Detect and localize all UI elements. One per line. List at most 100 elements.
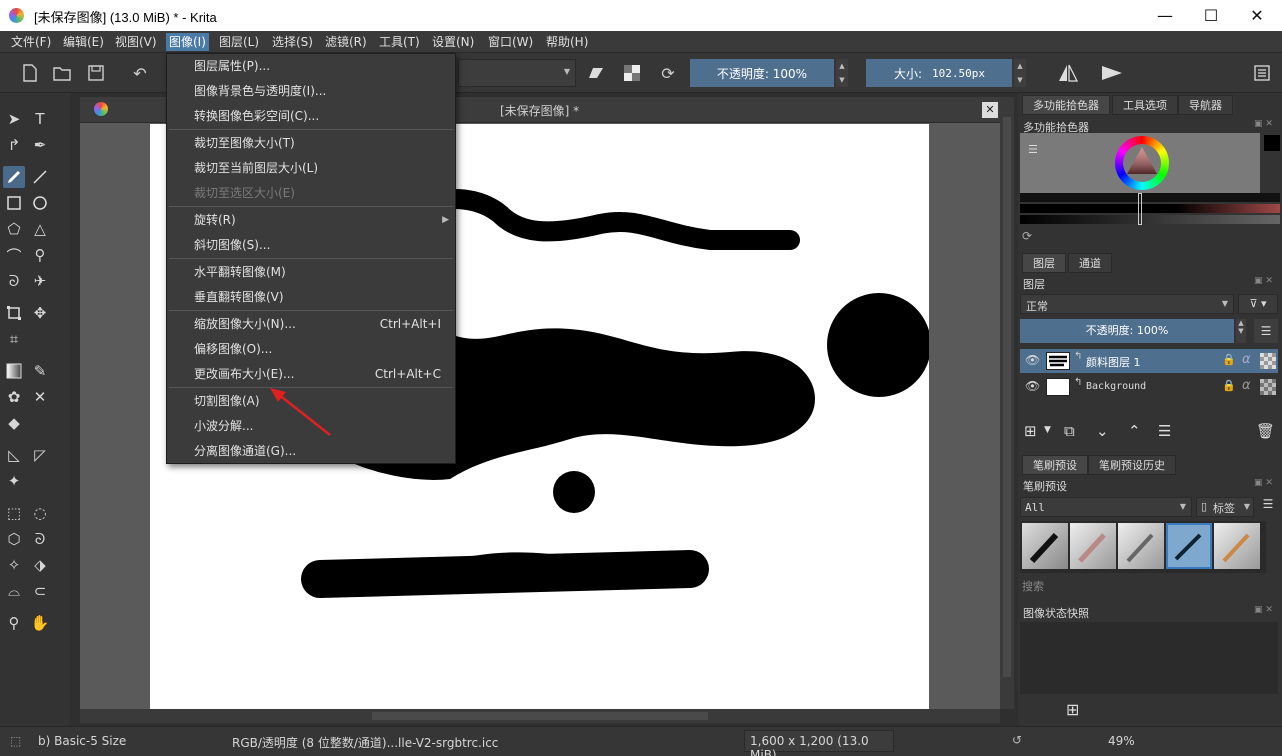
ellipse-select-icon[interactable]: ◌ bbox=[29, 502, 51, 524]
multibrush-icon[interactable]: ✈ bbox=[29, 270, 51, 292]
calligraphy-icon[interactable]: ✒ bbox=[29, 134, 51, 156]
brush-filter-select[interactable]: All ▼ bbox=[1020, 497, 1192, 517]
brush-search-input[interactable]: 搜索 bbox=[1022, 578, 1044, 594]
mirror-horizontal-icon[interactable] bbox=[1056, 61, 1080, 85]
freehand-brush-icon[interactable] bbox=[3, 166, 25, 188]
menu-layer[interactable]: 图层(L) bbox=[216, 33, 262, 51]
polygon-tool-icon[interactable]: ⬠ bbox=[3, 218, 25, 240]
panel-float-close-icon[interactable]: ▣ ✕ bbox=[1254, 119, 1273, 129]
close-window-button[interactable]: ✕ bbox=[1234, 0, 1280, 31]
text-tool-icon[interactable]: T bbox=[29, 108, 51, 130]
menu-settings[interactable]: 设置(N) bbox=[429, 33, 477, 51]
menu-edit[interactable]: 编辑(E) bbox=[60, 33, 107, 51]
move-up-icon[interactable]: ⌃ bbox=[1128, 422, 1141, 440]
magic-wand-icon[interactable]: ✧ bbox=[3, 554, 25, 576]
menu-mirror-vertical[interactable]: 垂直翻转图像(V) bbox=[167, 285, 455, 309]
select-shapes-icon[interactable]: ➤ bbox=[3, 108, 25, 130]
ellipse-tool-icon[interactable] bbox=[29, 192, 51, 214]
mirror-vertical-icon[interactable] bbox=[1100, 61, 1124, 85]
layer-opacity-slider[interactable]: 不透明度: 100% bbox=[1020, 319, 1234, 343]
close-document-button[interactable]: ✕ bbox=[982, 102, 998, 118]
brush-preset-thumb[interactable] bbox=[1118, 523, 1164, 569]
pan-tool-icon[interactable]: ✋ bbox=[29, 612, 51, 634]
bezier-tool-icon[interactable]: ⌒ bbox=[3, 244, 25, 266]
inherit-alpha-icon[interactable] bbox=[1260, 379, 1276, 395]
brush-view-icon[interactable]: ☰ bbox=[1258, 497, 1278, 517]
tab-advanced-color-selector[interactable]: 多功能拾色器 bbox=[1022, 95, 1110, 115]
line-tool-icon[interactable] bbox=[29, 166, 51, 188]
add-layer-icon[interactable]: ⊞ bbox=[1024, 422, 1037, 440]
horizontal-scrollbar[interactable] bbox=[80, 709, 1000, 723]
color-settings-icon[interactable]: ☰ bbox=[1028, 143, 1038, 156]
menu-rotate[interactable]: 旋转(R) ▶ bbox=[167, 208, 455, 232]
menu-offset-image[interactable]: 偏移图像(O)... bbox=[167, 337, 455, 361]
layer-filter-icon[interactable]: ⊽ ▾ bbox=[1238, 294, 1278, 314]
eraser-icon[interactable] bbox=[584, 61, 608, 85]
visibility-eye-icon[interactable]: 👁 bbox=[1025, 379, 1040, 393]
brush-settings-icon[interactable] bbox=[1250, 61, 1274, 85]
menu-help[interactable]: 帮助(H) bbox=[543, 33, 591, 51]
blend-mode-select[interactable]: 正常 ▼ bbox=[1020, 294, 1234, 314]
colorize-mask-icon[interactable]: ✕ bbox=[29, 386, 51, 408]
layer-opacity-spin[interactable]: ▲ ▼ bbox=[1236, 319, 1246, 343]
color-picker-icon[interactable]: ✎ bbox=[29, 360, 51, 382]
tab-channels[interactable]: 通道 bbox=[1068, 253, 1112, 273]
rectangle-tool-icon[interactable] bbox=[3, 192, 25, 214]
duplicate-layer-icon[interactable]: ⧉ bbox=[1064, 422, 1075, 440]
menu-tools[interactable]: 工具(T) bbox=[376, 33, 423, 51]
minimize-button[interactable]: — bbox=[1142, 0, 1188, 31]
opacity-spin[interactable]: ▲ ▼ bbox=[836, 59, 848, 87]
add-snapshot-icon[interactable]: ⊞ bbox=[1066, 700, 1079, 719]
menu-scale-image[interactable]: 缩放图像大小(N)... Ctrl+Alt+I bbox=[167, 312, 455, 336]
rotate-canvas-icon[interactable]: ↺ bbox=[1012, 733, 1022, 747]
gradient-tool-icon[interactable] bbox=[3, 360, 25, 382]
save-document-icon[interactable] bbox=[84, 61, 108, 85]
lock-icon[interactable]: 🔒 bbox=[1222, 379, 1236, 392]
dynamic-brush-icon[interactable]: ᘐ bbox=[3, 270, 25, 292]
freehand-path-icon[interactable]: ⚲ bbox=[29, 244, 51, 266]
undo-icon[interactable]: ↶ bbox=[128, 61, 152, 85]
reference-tool-icon[interactable]: ✦ bbox=[3, 470, 25, 492]
inherit-alpha-icon[interactable] bbox=[1260, 353, 1276, 369]
color-selector-area[interactable]: ☰ bbox=[1020, 133, 1260, 193]
zoom-tool-icon[interactable]: ⚲ bbox=[3, 612, 25, 634]
opacity-slider[interactable]: 不透明度: 100% bbox=[690, 59, 834, 87]
maximize-button[interactable]: ☐ bbox=[1188, 0, 1234, 31]
layer-properties-icon[interactable]: ☰ bbox=[1158, 422, 1171, 440]
menu-trim-to-image[interactable]: 裁切至图像大小(T) bbox=[167, 131, 455, 155]
layer-row[interactable]: 👁 ↰ Background 🔒 α bbox=[1020, 375, 1278, 399]
menu-image[interactable]: 图像(I) bbox=[166, 33, 209, 51]
polyline-tool-icon[interactable]: △ bbox=[29, 218, 51, 240]
transform-tool-icon[interactable] bbox=[3, 302, 25, 324]
layer-options-icon[interactable]: ☰ bbox=[1254, 319, 1278, 343]
menu-mirror-horizontal[interactable]: 水平翻转图像(M) bbox=[167, 260, 455, 284]
status-dimensions-box[interactable]: 1,600 x 1,200 (13.0 MiB) bbox=[744, 730, 894, 756]
edit-shapes-icon[interactable]: ↱ bbox=[3, 134, 25, 156]
freehand-select-icon[interactable]: ᘐ bbox=[29, 528, 51, 550]
move-tool-icon[interactable]: ✥ bbox=[29, 302, 51, 324]
rect-select-icon[interactable]: ⬚ bbox=[3, 502, 25, 524]
smart-patch-icon[interactable]: ✿ bbox=[3, 386, 25, 408]
polygon-select-icon[interactable]: ⬡ bbox=[3, 528, 25, 550]
size-slider[interactable]: 大小: 102.50px bbox=[866, 59, 1012, 87]
refresh-icon[interactable]: ⟳ bbox=[1022, 229, 1032, 243]
status-select-icon[interactable]: ⬚ bbox=[10, 734, 21, 748]
lock-icon[interactable]: 🔒 bbox=[1222, 353, 1236, 366]
tab-navigator[interactable]: 导航器 bbox=[1178, 95, 1233, 115]
new-document-icon[interactable] bbox=[18, 61, 42, 85]
assistant-tool-icon[interactable]: ◸ bbox=[29, 444, 51, 466]
tab-brush-history[interactable]: 笔刷预设历史 bbox=[1088, 455, 1176, 475]
brush-preset-thumb[interactable] bbox=[1022, 523, 1068, 569]
brush-preset-thumb[interactable] bbox=[1214, 523, 1260, 569]
vertical-scrollbar[interactable] bbox=[1000, 97, 1014, 709]
add-layer-menu-icon[interactable]: ▼ bbox=[1044, 425, 1051, 435]
tab-layers[interactable]: 图层 bbox=[1022, 253, 1066, 273]
menu-window[interactable]: 窗口(W) bbox=[485, 33, 536, 51]
color-sliders[interactable] bbox=[1020, 193, 1280, 225]
hue-ring[interactable] bbox=[1115, 136, 1169, 190]
brush-preset-thumb[interactable] bbox=[1070, 523, 1116, 569]
menu-separate-channels[interactable]: 分离图像通道(G)... bbox=[167, 439, 455, 463]
menu-file[interactable]: 文件(F) bbox=[8, 33, 54, 51]
status-zoom[interactable]: 49% bbox=[1108, 734, 1135, 748]
menu-convert-colorspace[interactable]: 转换图像色彩空间(C)... bbox=[167, 104, 455, 128]
